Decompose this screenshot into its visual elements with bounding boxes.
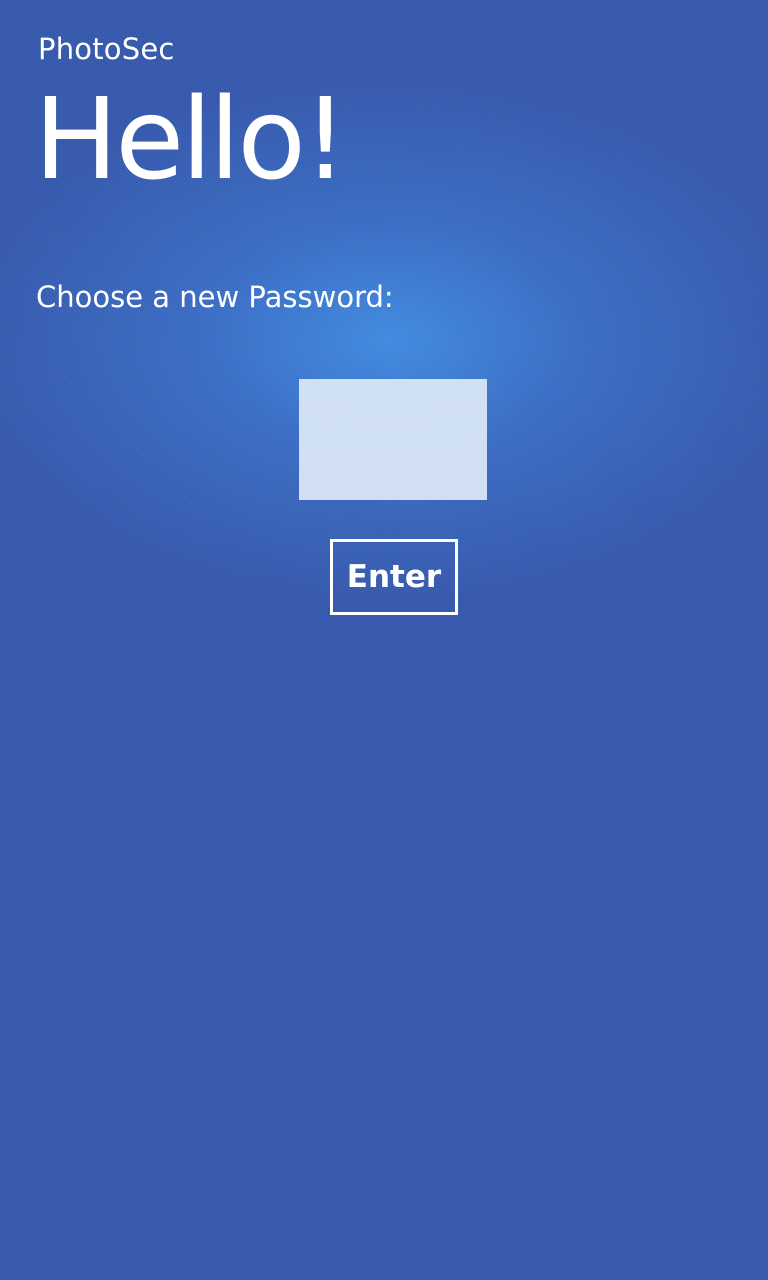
password-prompt-label: Choose a new Password:	[36, 280, 394, 314]
new-password-field[interactable]	[299, 379, 487, 500]
app-title: PhotoSec	[38, 32, 175, 66]
page-title: Hello!	[34, 75, 348, 205]
enter-button[interactable]: Enter	[330, 539, 458, 615]
